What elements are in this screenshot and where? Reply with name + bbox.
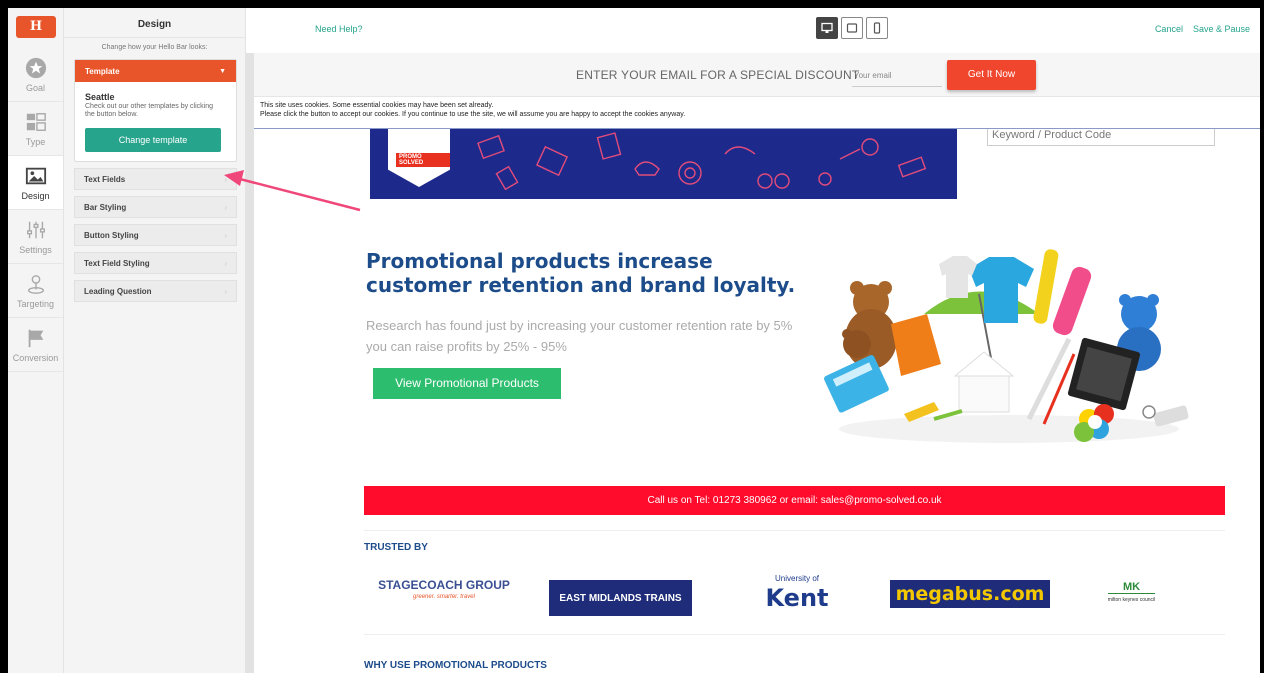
call-us-bar: Call us on Tel: 01273 380962 or email: s… (364, 486, 1225, 515)
promotional-products-image (824, 249, 1189, 443)
divider (364, 634, 1225, 635)
product-search-input[interactable]: Keyword / Product Code (987, 129, 1215, 146)
image-icon (25, 167, 46, 184)
hello-bar-text: ENTER YOUR EMAIL FOR A SPECIAL DISCOUNT (576, 68, 860, 82)
mk-text: MK (1122, 580, 1141, 593)
promo-banner: PROMO SOLVED (370, 129, 957, 199)
section-label: Text Fields (84, 174, 126, 184)
hero-subtext: Research has found just by increasing yo… (366, 318, 793, 354)
rail-label-goal: Goal (25, 82, 45, 93)
chevron-right-icon: › (224, 202, 227, 212)
tablet-view-button[interactable] (841, 17, 863, 39)
chevron-right-icon: › (224, 258, 227, 268)
banner-pattern (477, 132, 927, 191)
hello-bar: ENTER YOUR EMAIL FOR A SPECIAL DISCOUNT … (254, 53, 1260, 97)
save-pause-button[interactable]: Save & Pause (1193, 24, 1250, 34)
kent-text: Kent (765, 584, 829, 612)
chevron-right-icon: › (224, 230, 227, 240)
rail-item-settings[interactable]: Settings (8, 210, 63, 264)
target-pin-icon (27, 274, 44, 294)
chevron-right-icon: › (224, 174, 227, 184)
rail-label-targeting: Targeting (16, 298, 55, 309)
section-label: Text Field Styling (84, 258, 150, 268)
stagecoach-logo: STAGECOACH GROUP greener. smarter. trave… (369, 577, 519, 605)
left-nav-rail: H Goal Type Design Settings Targeting Co… (8, 8, 64, 673)
change-template-button[interactable]: Change template (85, 128, 221, 152)
cookie-notice: This site uses cookies. Some essential c… (254, 97, 1260, 129)
chevron-right-icon: › (224, 286, 227, 296)
cookie-line-1: This site uses cookies. Some essential c… (260, 102, 494, 109)
desktop-view-button[interactable] (816, 17, 838, 39)
app-window: H Goal Type Design Settings Targeting Co… (8, 8, 1260, 673)
hellobar-logo[interactable]: H (16, 16, 56, 38)
rail-item-conversion[interactable]: Conversion (8, 318, 63, 372)
trusted-by-heading: TRUSTED BY (364, 542, 428, 553)
rail-item-targeting[interactable]: Targeting (8, 264, 63, 318)
editor-topbar: Need Help? Cancel Save & Pause (246, 8, 1260, 53)
top-actions: Cancel Save & Pause (1155, 24, 1250, 34)
section-label: Button Styling (84, 230, 139, 240)
university-of-kent-logo: University of Kent (762, 572, 832, 612)
rail-label-settings: Settings (19, 244, 52, 255)
divider (364, 530, 1225, 531)
tablet-icon (846, 23, 858, 33)
template-section: Template ▼ Seattle Check out our other t… (74, 59, 237, 162)
panel-title: Design (64, 8, 245, 38)
hero-headline: Promotional products increase customer r… (366, 249, 796, 297)
desktop-icon (821, 22, 833, 33)
mobile-icon (873, 22, 881, 34)
need-help-link[interactable]: Need Help? (315, 24, 363, 34)
rail-label-design: Design (21, 190, 50, 201)
section-text-field-styling[interactable]: Text Field Styling › (74, 252, 237, 274)
mobile-view-button[interactable] (866, 17, 888, 39)
panel-subtitle: Change how your Hello Bar looks: (101, 44, 208, 51)
caret-down-icon: ▼ (219, 67, 226, 75)
template-description: Check out our other templates by clickin… (85, 103, 214, 118)
template-body: Seattle Check out our other templates by… (75, 82, 236, 161)
milton-keynes-logo: MK milton keynes council (1104, 579, 1159, 607)
stagecoach-tagline: greener. smarter. travel (413, 594, 475, 600)
east-midlands-trains-logo: EAST MIDLANDS TRAINS (549, 580, 692, 616)
layout-icon (26, 112, 46, 131)
rail-item-goal[interactable]: Goal (8, 48, 63, 102)
template-header[interactable]: Template ▼ (75, 60, 236, 82)
rail-label-conversion: Conversion (12, 352, 59, 363)
flag-icon (28, 329, 43, 347)
template-name: Seattle (85, 92, 115, 102)
template-header-label: Template (85, 66, 120, 76)
site-preview: ENTER YOUR EMAIL FOR A SPECIAL DISCOUNT … (246, 53, 1260, 673)
section-bar-styling[interactable]: Bar Styling › (74, 196, 237, 218)
megabus-logo: megabus.com (890, 580, 1050, 608)
section-label: Bar Styling (84, 202, 127, 212)
stagecoach-name: STAGECOACH GROUP (378, 578, 510, 592)
rail-item-type[interactable]: Type (8, 102, 63, 156)
get-it-now-button[interactable]: Get It Now (947, 60, 1036, 90)
device-switcher (816, 17, 888, 39)
mk-small-text: milton keynes council (1107, 592, 1156, 606)
rail-item-design[interactable]: Design (8, 156, 63, 210)
section-label: Leading Question (84, 286, 152, 296)
sliders-icon (26, 221, 45, 238)
star-icon (25, 57, 46, 78)
cancel-button[interactable]: Cancel (1155, 24, 1183, 34)
section-leading-question[interactable]: Leading Question › (74, 280, 237, 302)
section-button-styling[interactable]: Button Styling › (74, 224, 237, 246)
view-products-button[interactable]: View Promotional Products (373, 368, 561, 399)
email-input[interactable]: Your email (852, 65, 942, 87)
design-panel: Design Change how your Hello Bar looks: … (64, 8, 246, 673)
cookie-line-2: Please click the button to accept our co… (260, 111, 686, 118)
rail-label-type: Type (25, 136, 46, 147)
why-heading: WHY USE PROMOTIONAL PRODUCTS (364, 660, 547, 671)
section-text-fields[interactable]: Text Fields › (74, 168, 237, 190)
